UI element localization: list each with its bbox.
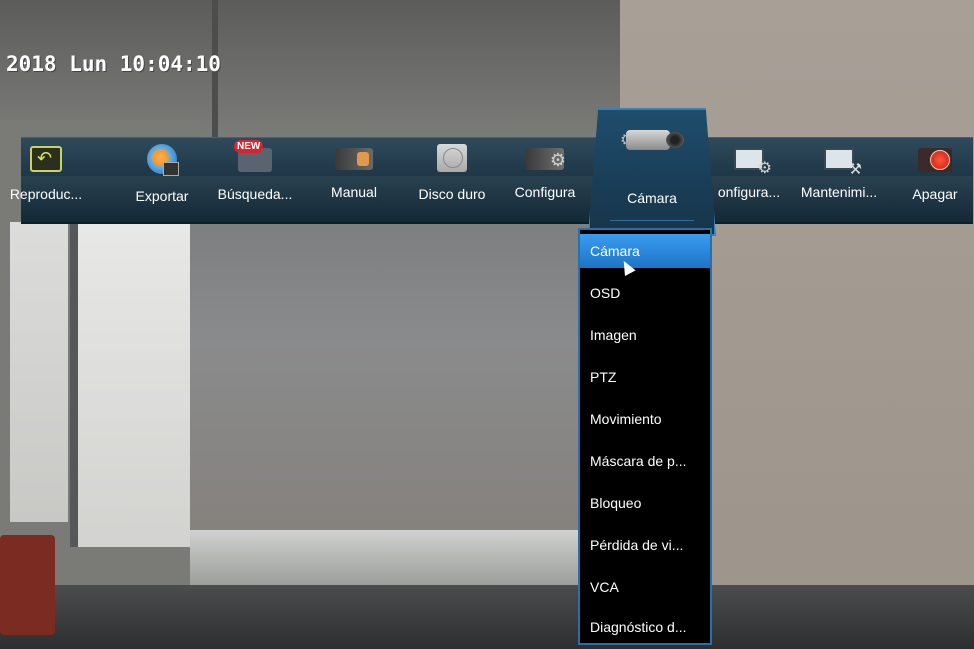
new-search-icon [234, 140, 272, 172]
menu-item-manual[interactable]: Manual [321, 138, 387, 222]
submenu-item-privacy-mask[interactable]: Máscara de p... [580, 444, 710, 478]
menu-item-playback[interactable]: Reproduc... [1, 138, 91, 222]
menu-item-hard-disk[interactable]: Disco duro [407, 138, 497, 222]
menu-item-label: Manual [331, 184, 377, 200]
window-bottom [190, 530, 600, 585]
menu-item-maintenance[interactable]: Mantenimi... [789, 138, 889, 222]
manual-record-icon [335, 148, 373, 170]
camera-feed [0, 0, 974, 649]
menu-item-record-config[interactable]: Configura [507, 138, 583, 222]
menu-item-label: Mantenimi... [800, 184, 878, 200]
menu-item-camera-active[interactable]: ⚙ Cámara [588, 108, 716, 236]
menu-item-label: Apagar [912, 186, 958, 202]
power-icon [918, 148, 952, 172]
camera-body-shape [626, 130, 670, 150]
menu-item-label: Reproduc... [9, 186, 83, 202]
tab-divider [610, 220, 694, 221]
system-config-icon [734, 148, 772, 178]
export-disc-icon [147, 144, 179, 176]
submenu-item-ptz[interactable]: PTZ [580, 360, 710, 394]
menu-item-shutdown[interactable]: Apagar [901, 138, 969, 222]
record-config-icon [526, 148, 566, 171]
osd-timestamp: 2018 Lun 10:04:10 [6, 52, 221, 76]
window-center [70, 222, 202, 547]
menu-item-label: Exportar [135, 188, 189, 204]
menu-item-label: onfigura... [717, 184, 781, 200]
submenu-item-camera[interactable]: Cámara [580, 234, 710, 268]
submenu-item-diagnostics[interactable]: Diagnóstico d... [580, 610, 710, 644]
submenu-item-video-loss[interactable]: Pérdida de vi... [580, 528, 710, 562]
floor [0, 585, 974, 649]
main-menu-bar: Reproduc... Exportar Búsqueda... Manual … [10, 137, 973, 224]
hard-disk-icon [437, 144, 467, 172]
window-left [10, 222, 68, 522]
menu-item-label: Configura [514, 184, 576, 200]
maintenance-icon [824, 148, 862, 178]
menu-item-search[interactable]: Búsqueda... [213, 138, 297, 222]
submenu-item-motion[interactable]: Movimiento [580, 402, 710, 436]
submenu-item-osd[interactable]: OSD [580, 276, 710, 310]
submenu-item-image[interactable]: Imagen [580, 318, 710, 352]
playback-icon [30, 146, 62, 172]
red-chair [0, 535, 55, 635]
menu-item-label: Cámara [627, 190, 677, 206]
menu-item-label: Búsqueda... [217, 186, 293, 202]
camera-lens-shape [666, 132, 684, 148]
timestamp-main: 2018 Lun 10:04 [6, 52, 184, 76]
menu-item-label: Disco duro [418, 186, 486, 202]
timestamp-seconds: :10 [183, 52, 221, 76]
submenu-item-vca[interactable]: VCA [580, 570, 710, 604]
menu-item-export[interactable]: Exportar [125, 138, 199, 222]
camera-submenu: Cámara OSD Imagen PTZ Movimiento Máscara… [578, 228, 712, 645]
submenu-item-tamper[interactable]: Bloqueo [580, 486, 710, 520]
camera-icon: ⚙ [620, 122, 684, 156]
window-blind [190, 215, 600, 535]
menu-item-system-config[interactable]: onfigura... [711, 138, 787, 222]
